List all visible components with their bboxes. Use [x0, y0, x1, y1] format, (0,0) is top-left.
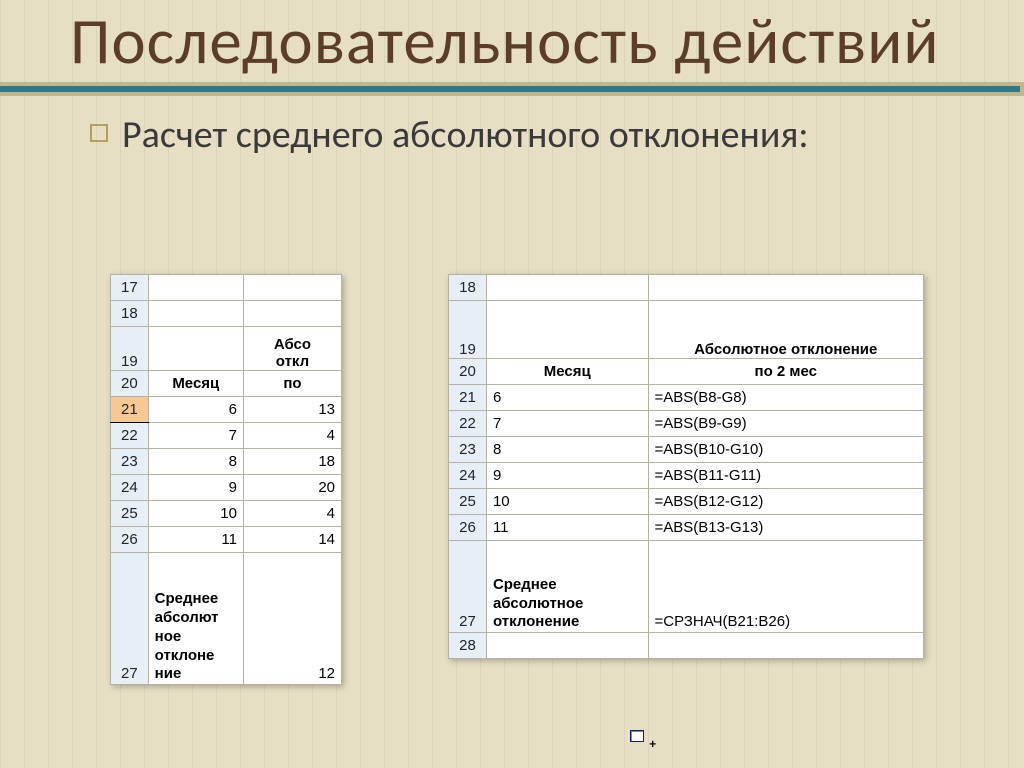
- cell: [486, 301, 648, 359]
- cell: 4: [243, 501, 341, 527]
- tables-area: 17 18 19 Абсо откл 20 Месяц по 21 6 13 2…: [0, 274, 1024, 734]
- row-header: 25: [111, 501, 149, 527]
- cell: Среднееабсолютноеотклонение: [148, 553, 243, 685]
- cell: Абсо откл: [243, 327, 341, 371]
- cell: по: [243, 371, 341, 397]
- row-header: 23: [111, 449, 149, 475]
- cell: =ABS(B11-G11): [648, 463, 923, 489]
- row-header: 19: [449, 301, 487, 359]
- row-header: 25: [449, 489, 487, 515]
- cell: Месяц: [486, 359, 648, 385]
- cell: [148, 327, 243, 371]
- row-header: 20: [449, 359, 487, 385]
- row-header: 18: [449, 275, 487, 301]
- cell-text: откл: [276, 353, 309, 370]
- cell: [486, 275, 648, 301]
- cell: [148, 275, 243, 301]
- cell: Среднее абсолютное отклонение: [486, 541, 648, 633]
- cell: [648, 275, 923, 301]
- cell: [148, 301, 243, 327]
- cell: 11: [148, 527, 243, 553]
- cell: 11: [486, 515, 648, 541]
- cell: =ABS(B8-G8): [648, 385, 923, 411]
- cell: 6: [486, 385, 648, 411]
- right-excel-fragment: 18 19 Абсолютное отклонение 20 Месяц по …: [448, 274, 924, 659]
- cell: 18: [243, 449, 341, 475]
- cell: [486, 633, 648, 659]
- title-block: Последовательность действий: [0, 0, 1024, 76]
- cell: 13: [243, 397, 341, 423]
- cell: =ABS(B13-G13): [648, 515, 923, 541]
- cell: 9: [486, 463, 648, 489]
- left-excel-fragment: 17 18 19 Абсо откл 20 Месяц по 21 6 13 2…: [110, 274, 342, 685]
- row-header: 19: [111, 327, 149, 371]
- cell: 7: [148, 423, 243, 449]
- row-header: 21: [111, 397, 149, 423]
- row-header: 24: [449, 463, 487, 489]
- row-header: 22: [449, 411, 487, 437]
- cell: 20: [243, 475, 341, 501]
- cell: [648, 633, 923, 659]
- cell: =ABS(B9-G9): [648, 411, 923, 437]
- cell: 8: [486, 437, 648, 463]
- cell: 8: [148, 449, 243, 475]
- cell: 9: [148, 475, 243, 501]
- bullet-item: Расчет среднего абсолютного отклонения:: [90, 114, 1024, 158]
- cell-text: Среднееабсолютноеотклонение: [155, 590, 219, 682]
- cell: 10: [486, 489, 648, 515]
- cell: Абсолютное отклонение: [648, 301, 923, 359]
- row-header: 23: [449, 437, 487, 463]
- cell: 4: [243, 423, 341, 449]
- cell: 14: [243, 527, 341, 553]
- cell: [243, 301, 341, 327]
- title-divider: [0, 82, 1024, 96]
- cell-text: Абсо: [274, 336, 311, 353]
- bullet-icon: [90, 124, 108, 142]
- cell: [243, 275, 341, 301]
- cell: =СРЗНАЧ(B21:B26): [648, 541, 923, 633]
- cell: 7: [486, 411, 648, 437]
- right-table: 18 19 Абсолютное отклонение 20 Месяц по …: [448, 274, 924, 659]
- row-header: 27: [111, 553, 149, 685]
- row-header: 24: [111, 475, 149, 501]
- cell: 6: [148, 397, 243, 423]
- row-header: 26: [449, 515, 487, 541]
- row-header: 27: [449, 541, 487, 633]
- left-table: 17 18 19 Абсо откл 20 Месяц по 21 6 13 2…: [110, 274, 342, 685]
- row-header: 18: [111, 301, 149, 327]
- cell: 10: [148, 501, 243, 527]
- row-header: 28: [449, 633, 487, 659]
- cell: 12: [243, 553, 341, 685]
- cell: =ABS(B10-G10): [648, 437, 923, 463]
- row-header: 20: [111, 371, 149, 397]
- cell: Месяц: [148, 371, 243, 397]
- subtitle-text: Расчет среднего абсолютного отклонения:: [122, 114, 809, 158]
- row-header: 22: [111, 423, 149, 449]
- body-block: Расчет среднего абсолютного отклонения:: [0, 96, 1024, 158]
- autofill-options-icon: +: [630, 730, 654, 748]
- cell: по 2 мес: [648, 359, 923, 385]
- slide-title: Последовательность действий: [70, 8, 1014, 76]
- row-header: 21: [449, 385, 487, 411]
- cell: =ABS(B12-G12): [648, 489, 923, 515]
- row-header: 26: [111, 527, 149, 553]
- row-header: 17: [111, 275, 149, 301]
